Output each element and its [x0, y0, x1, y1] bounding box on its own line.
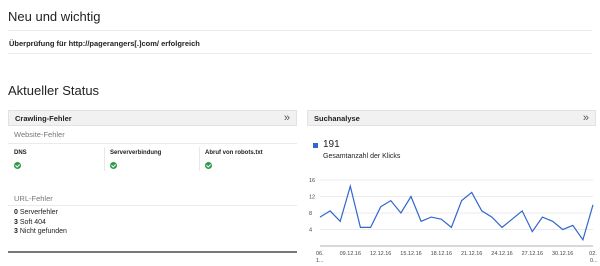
total-clicks-label: Gesamtanzahl der Klicks [323, 153, 401, 160]
site-check-label: Abruf von robots.txt [205, 150, 263, 156]
verification-divider [8, 53, 592, 54]
x-tick-label: 09.12.16 [340, 251, 361, 257]
clicks-legend-swatch [313, 143, 318, 148]
url-error-server: 0 Serverfehler [14, 209, 58, 216]
url-error-not-found: 3 Nicht gefunden [14, 228, 67, 235]
news-title: Neu und wichtig [8, 9, 101, 24]
search-analytics-header[interactable]: Suchanalyse » [307, 110, 596, 126]
y-tick-label: 4 [309, 228, 312, 234]
crawl-card-bottom-rule [8, 251, 297, 253]
x-tick-label: 21.12.16 [461, 251, 482, 257]
site-check-label: Serververbindung [110, 150, 162, 156]
search-analytics-title: Suchanalyse [314, 114, 360, 123]
crawl-errors-title: Crawling-Fehler [15, 114, 72, 123]
y-tick-label: 16 [309, 178, 315, 184]
x-tick-label: 24.12.16 [491, 251, 512, 257]
x-tick-label-continued: 1... [316, 258, 324, 264]
total-clicks-value: 191 [323, 139, 340, 150]
news-divider [8, 30, 592, 31]
x-tick-label: 18.12.16 [431, 251, 452, 257]
site-errors-divider [8, 143, 297, 144]
crawl-errors-header[interactable]: Crawling-Fehler » [8, 110, 297, 126]
site-check-divider [199, 147, 200, 171]
double-chevron-right-icon[interactable]: » [583, 112, 589, 124]
site-check-robots: Abruf von robots.txt [205, 150, 295, 172]
x-tick-label: 15.12.16 [400, 251, 421, 257]
url-errors-list: 0 Serverfehler 3 Soft 404 3 Nicht gefund… [14, 208, 67, 237]
site-check-server: Serververbindung [110, 150, 200, 172]
url-errors-divider [8, 205, 297, 206]
site-check-dns: DNS [14, 150, 104, 172]
site-check-divider [104, 147, 105, 171]
check-circle-icon [205, 162, 212, 169]
x-tick-label: 12.12.16 [370, 251, 391, 257]
y-tick-label: 12 [309, 195, 315, 201]
x-tick-label: 30.12.16 [552, 251, 573, 257]
y-tick-label: 8 [309, 211, 312, 217]
clicks-line-chart: 4 8 12 16 06.1... 09.12.16 12.12.16 15.12.16 18… [309, 178, 598, 264]
verification-message: Überprüfung für http://pagerangers[.]com… [9, 39, 200, 48]
check-circle-icon [110, 162, 117, 169]
status-title: Aktueller Status [8, 83, 100, 98]
site-errors-label: Website-Fehler [14, 130, 65, 139]
x-tick-label: 27.12.16 [522, 251, 543, 257]
double-chevron-right-icon[interactable]: » [284, 112, 290, 124]
x-tick-label-continued: 0... [590, 258, 598, 264]
check-circle-icon [14, 162, 21, 169]
site-check-label: DNS [14, 150, 27, 156]
url-error-soft404: 3 Soft 404 [14, 218, 46, 226]
x-tick-label: 02. [589, 251, 597, 257]
url-errors-label: URL-Fehler [14, 194, 53, 203]
x-tick-label: 06. [316, 251, 324, 257]
